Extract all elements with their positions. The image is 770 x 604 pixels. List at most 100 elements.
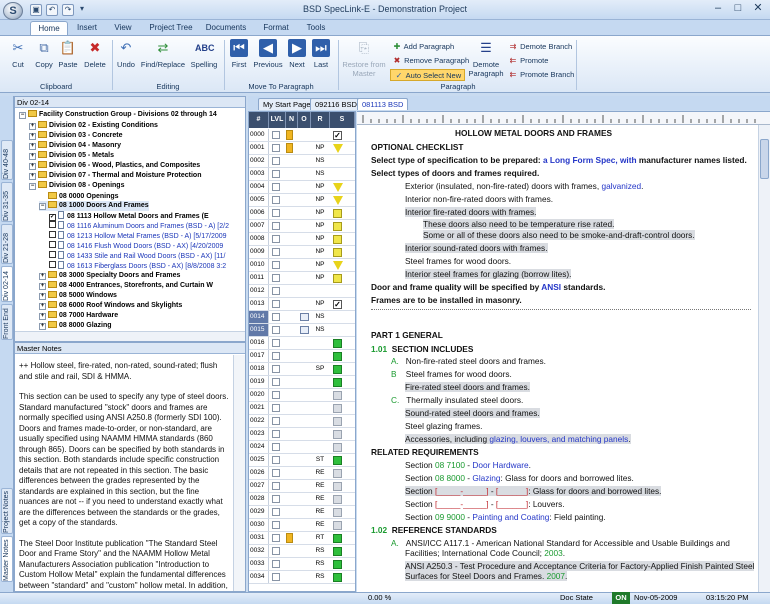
status-selected-icon[interactable] (333, 378, 342, 387)
doc-paragraph[interactable]: Fire-rated steel doors and frames. (405, 382, 530, 392)
tab-tools[interactable]: Tools (302, 21, 330, 36)
tree-item[interactable]: 08 1416 Flush Wood Doors (BSD - AX) [4/2… (49, 241, 223, 251)
tree-item[interactable]: + Division 06 - Wood, Plastics, and Compo… (29, 161, 200, 171)
level-icon[interactable] (272, 196, 280, 204)
level-icon[interactable] (272, 144, 280, 152)
grid-row[interactable]: 0013 NP ✓ (249, 298, 355, 311)
level-icon[interactable] (272, 313, 280, 321)
tree-item[interactable]: 08 0000 Openings (39, 191, 119, 201)
level-icon[interactable] (272, 391, 280, 399)
level-icon[interactable] (272, 157, 280, 165)
expand-icon[interactable]: + (39, 313, 46, 320)
grid-row[interactable]: 0014 NS (249, 311, 355, 324)
doc-option[interactable]: Exterior (insulated, non-fire-rated) doo… (405, 181, 643, 191)
tab-home[interactable]: Home (30, 21, 68, 36)
status-flag-icon[interactable] (333, 222, 342, 231)
checkbox-icon[interactable] (49, 261, 56, 268)
status-selected-icon[interactable] (333, 365, 342, 374)
doc-choice-link[interactable]: Painting and Coating (472, 512, 549, 522)
expand-icon[interactable]: + (39, 303, 46, 310)
undo-button[interactable]: ↶ Undo (114, 39, 138, 79)
doc-quality[interactable]: Door and frame quality will be specified… (371, 282, 605, 292)
tab-documents[interactable]: Documents (204, 21, 248, 36)
level-icon[interactable] (272, 352, 280, 360)
minimize-icon[interactable]: – (708, 1, 728, 16)
tree-item[interactable]: 08 1116 Aluminum Doors and Frames (BSD -… (49, 221, 229, 231)
grid-row[interactable]: 0008 NP (249, 233, 355, 246)
grid-row[interactable]: 0003 NS (249, 168, 355, 181)
doc-option[interactable]: Steel frames for wood doors. (405, 256, 511, 266)
status-unselected-icon[interactable] (333, 469, 342, 478)
expand-icon[interactable]: + (29, 123, 36, 130)
status-selected-icon[interactable] (333, 560, 342, 569)
promote-button[interactable]: ⇇ Promote (508, 55, 549, 67)
tab-092116[interactable]: 092116 BSD (310, 98, 362, 110)
level-icon[interactable] (272, 534, 280, 542)
notes-scrollbar[interactable] (233, 355, 245, 591)
grid-row[interactable]: 0007 NP (249, 220, 355, 233)
grid-row[interactable]: 0024 (249, 441, 355, 454)
status-selected-icon[interactable] (333, 339, 342, 348)
tab-081113[interactable]: 081113 BSD (357, 98, 409, 110)
warning-triangle-icon[interactable] (333, 261, 343, 270)
level-icon[interactable] (272, 547, 280, 555)
checkbox-icon[interactable] (49, 231, 56, 238)
doc-option[interactable]: Interior fire-rated doors with frames. (405, 207, 537, 217)
grid-row[interactable]: 0030 RE (249, 519, 355, 532)
grid-row[interactable]: 0023 (249, 428, 355, 441)
level-icon[interactable] (272, 209, 280, 217)
doc-related-item[interactable]: Section [_____-_____] - [______]: Glass … (405, 486, 662, 496)
grid-row[interactable]: 0028 RE (249, 493, 355, 506)
checkbox-checked-icon[interactable]: ✓ (49, 214, 56, 221)
level-icon[interactable] (272, 443, 280, 451)
status-flag-icon[interactable] (333, 274, 342, 283)
tree-item[interactable]: 08 1433 Stile and Rail Wood Doors (BSD -… (49, 251, 226, 261)
doc-choice-link[interactable]: glazing, louvers, and matching panels (489, 434, 628, 444)
level-icon[interactable] (272, 417, 280, 425)
maximize-icon[interactable]: □ (728, 1, 748, 16)
tree-item[interactable]: − 08 1000 Doors And Frames (39, 201, 149, 211)
doc-reference[interactable]: ANSI A250.3 - Test Procedure and Accepta… (405, 561, 755, 571)
previous-button[interactable]: ◀ Previous (252, 39, 284, 79)
status-unselected-icon[interactable] (333, 521, 342, 530)
tab-div-31-35[interactable]: Div 31-35 (1, 182, 13, 222)
grid-row[interactable]: 0011 NP (249, 272, 355, 285)
doc-select-spec[interactable]: Select type of specification to be prepa… (371, 155, 747, 165)
level-icon[interactable] (272, 521, 280, 529)
ruler[interactable] (357, 111, 770, 125)
tab-div-02-14[interactable]: Div 02-14 (1, 266, 13, 302)
add-paragraph-button[interactable]: ✚ Add Paragraph (392, 41, 454, 53)
status-unselected-icon[interactable] (333, 508, 342, 517)
doc-choice-link[interactable]: Door Hardware (472, 460, 528, 470)
last-button[interactable]: ⏭ Last (310, 39, 332, 79)
grid-row[interactable]: 0026 RE (249, 467, 355, 480)
level-icon[interactable] (272, 495, 280, 503)
level-icon[interactable] (272, 183, 280, 191)
level-icon[interactable] (272, 235, 280, 243)
tab-my-start-page[interactable]: My Start Page (258, 98, 316, 110)
grid-row[interactable]: 0001 NP (249, 142, 355, 155)
grid-row[interactable]: 0020 (249, 389, 355, 402)
tree-item[interactable]: +08 3000 Specialty Doors and Frames (39, 271, 180, 281)
tree-item[interactable]: + Division 04 - Masonry (29, 141, 121, 151)
doc-reference[interactable]: Facilities; International Code Council; … (405, 548, 565, 558)
linked-note-icon[interactable] (300, 313, 309, 321)
level-icon[interactable] (272, 339, 280, 347)
find-replace-button[interactable]: ⇄ Find/Replace (140, 39, 186, 79)
note-flag-icon[interactable] (286, 130, 293, 140)
doc-option[interactable]: Some or all of these doors also need to … (423, 230, 695, 240)
grid-row[interactable]: 0002 NS (249, 155, 355, 168)
level-icon[interactable] (272, 300, 280, 308)
doc-option[interactable]: These doors also need to be temperature … (423, 219, 615, 229)
level-icon[interactable] (272, 287, 280, 295)
level-icon[interactable] (272, 378, 280, 386)
doc-section-link[interactable]: 08 7100 (435, 460, 465, 470)
tab-format[interactable]: Format (258, 21, 294, 36)
level-icon[interactable] (272, 482, 280, 490)
document-scrollbar[interactable] (758, 125, 770, 592)
level-icon[interactable] (272, 456, 280, 464)
collapse-icon[interactable]: − (39, 203, 46, 210)
doc-choice-link[interactable]: a Long Form Spec, with (543, 155, 637, 165)
tree-item[interactable]: +08 8000 Glazing (39, 321, 112, 331)
grid-row[interactable]: 0000 ✓ (249, 129, 355, 142)
